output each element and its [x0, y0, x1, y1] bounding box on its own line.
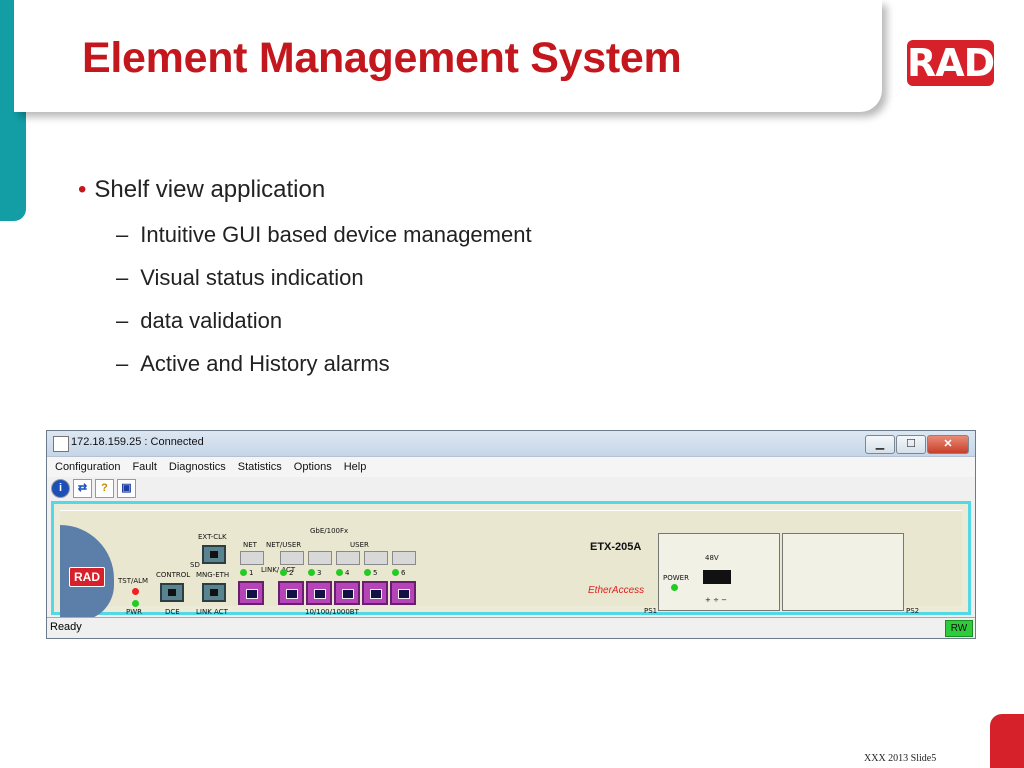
power-supply-1[interactable]: 48V + ÷ − POWER [658, 533, 780, 611]
power-led[interactable] [671, 584, 678, 591]
user-label: USER [350, 541, 369, 549]
sfp-slot[interactable] [280, 551, 304, 565]
48v-label: 48V [705, 554, 719, 562]
port-led[interactable] [364, 569, 371, 576]
menu-help[interactable]: Help [344, 461, 367, 473]
menu-bar: Configuration Fault Diagnostics Statisti… [47, 457, 975, 477]
net-label: NET [243, 541, 257, 549]
sfp-slot[interactable] [392, 551, 416, 565]
ether-access-logo: EtherAccess [588, 585, 645, 596]
pwr-label: PWR [126, 608, 143, 616]
window-titlebar[interactable]: 172.18.159.25 : Connected ▁ ☐ ✕ [47, 431, 975, 457]
port-led[interactable] [308, 569, 315, 576]
sub-bullet-item: – data validation [116, 308, 282, 334]
menu-fault[interactable]: Fault [132, 461, 156, 473]
link-act-label: LINK ACT [196, 608, 228, 616]
app-window: 172.18.159.25 : Connected ▁ ☐ ✕ Configur… [46, 430, 976, 639]
port-led[interactable] [392, 569, 399, 576]
power-label: POWER [663, 574, 689, 582]
bullet-list: • Shelf view application – Intuitive GUI b… [78, 176, 532, 376]
menu-statistics[interactable]: Statistics [238, 461, 282, 473]
sfp-slot[interactable] [364, 551, 388, 565]
save-icon[interactable]: ▣ [117, 478, 136, 498]
bullet-item: • Shelf view application [78, 176, 325, 204]
dash-marker: – [116, 265, 129, 290]
mng-eth-port[interactable] [202, 583, 226, 602]
sfp-slot[interactable] [240, 551, 264, 565]
rad-logo: RAD [907, 40, 995, 86]
power-terminal-block [703, 570, 731, 584]
control-label: CONTROL [156, 571, 191, 579]
minimize-button[interactable]: ▁ [865, 435, 895, 454]
power-supply-2[interactable] [782, 533, 904, 611]
tst-alm-led[interactable] [132, 588, 139, 595]
port-led[interactable] [336, 569, 343, 576]
port-led[interactable] [240, 569, 247, 576]
sd-label: SD [190, 561, 200, 569]
sub-bullet-item: – Visual status indication [116, 265, 364, 291]
terminal-labels: + ÷ − [705, 596, 728, 604]
window-title: 172.18.159.25 : Connected [71, 436, 204, 448]
port-number: 2 [289, 569, 294, 577]
ethernet-port-5[interactable] [362, 581, 388, 605]
pwr-led[interactable] [132, 600, 139, 607]
ethernet-port-2[interactable] [278, 581, 304, 605]
dash-marker: – [116, 351, 129, 376]
menu-options[interactable]: Options [294, 461, 332, 473]
sub-bullet-text: Intuitive GUI based device management [140, 222, 532, 247]
close-button[interactable]: ✕ [927, 435, 969, 454]
dash-marker: – [116, 222, 129, 247]
toolbar: i ⇄ ? ▣ [47, 477, 975, 499]
info-icon[interactable]: i [51, 478, 70, 498]
menu-diagnostics[interactable]: Diagnostics [169, 461, 226, 473]
dce-label: DCE [165, 608, 180, 616]
mng-eth-label: MNG-ETH [196, 571, 230, 579]
sub-bullet-item: – Active and History alarms [116, 351, 390, 377]
port-number: 3 [317, 569, 322, 577]
rw-mode-badge: RW [945, 620, 973, 637]
ext-clk-label: EXT-CLK [198, 533, 227, 541]
bullet-text: Shelf view application [94, 176, 326, 203]
menu-configuration[interactable]: Configuration [55, 461, 120, 473]
sub-bullet-text: data validation [140, 308, 283, 333]
net-user-label: NET/USER [266, 541, 302, 549]
bullet-marker: • [78, 176, 87, 203]
shelf-view-canvas: RAD TST/ALM PWR CONTROL DCE EXT-CLK SD M… [51, 501, 971, 621]
port-led[interactable] [280, 569, 287, 576]
port-number: 4 [345, 569, 350, 577]
sfp-slot[interactable] [336, 551, 360, 565]
gbe-label: GbE/100Fx [310, 527, 349, 535]
ps2-label: PS2 [906, 607, 920, 615]
model-label: ETX-205A [590, 541, 642, 553]
ethernet-port-3[interactable] [306, 581, 332, 605]
ethernet-port-4[interactable] [334, 581, 360, 605]
sub-bullet-text: Visual status indication [140, 265, 364, 290]
footer-red-tab [990, 714, 1024, 768]
connect-icon[interactable]: ⇄ [73, 478, 92, 498]
ps1-label: PS1 [644, 607, 658, 615]
ethernet-port-1[interactable] [238, 581, 264, 605]
sub-bullet-item: – Intuitive GUI based device management [116, 222, 532, 248]
device-rad-logo: RAD [69, 567, 105, 587]
sub-bullet-text: Active and History alarms [140, 351, 390, 376]
app-icon [53, 436, 69, 452]
status-bar: Ready RW [47, 617, 975, 638]
port-number: 6 [401, 569, 406, 577]
dash-marker: – [116, 308, 129, 333]
help-icon[interactable]: ? [95, 478, 114, 498]
sfp-slot[interactable] [308, 551, 332, 565]
window-controls: ▁ ☐ ✕ [865, 435, 969, 454]
port-number: 1 [249, 569, 254, 577]
ethernet-port-6[interactable] [390, 581, 416, 605]
status-text: Ready [50, 621, 82, 633]
control-port[interactable] [160, 583, 184, 602]
slide-title: Element Management System [82, 34, 682, 82]
maximize-button[interactable]: ☐ [896, 435, 926, 454]
tst-alm-label: TST/ALM [118, 577, 149, 585]
copper-label: 10/100/1000BT [305, 608, 359, 616]
slide-footer: XXX 2013 Slide5 [864, 753, 937, 764]
device-panel: RAD TST/ALM PWR CONTROL DCE EXT-CLK SD M… [60, 510, 962, 621]
ext-clk-port[interactable] [202, 545, 226, 564]
port-number: 5 [373, 569, 378, 577]
